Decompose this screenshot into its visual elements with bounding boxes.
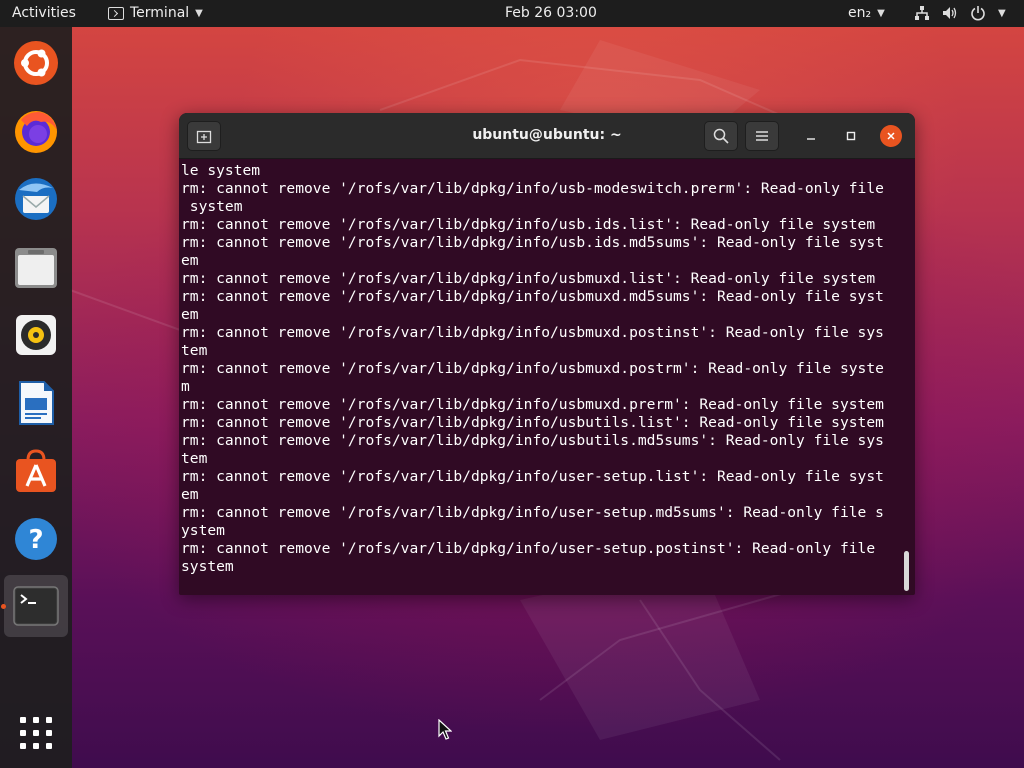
svg-text:?: ? xyxy=(28,525,43,555)
chevron-down-icon: ▼ xyxy=(195,7,203,19)
system-menu-button[interactable]: ▼ xyxy=(914,5,1006,21)
terminal-line: rm: cannot remove '/rofs/var/lib/dpkg/in… xyxy=(181,468,884,485)
dock: ? xyxy=(0,27,72,768)
dock-item-help[interactable]: ? xyxy=(12,515,60,563)
terminal-line: rm: cannot remove '/rofs/var/lib/dpkg/in… xyxy=(181,414,884,431)
terminal-scrollbar[interactable] xyxy=(904,551,909,591)
app-menu-label: Terminal xyxy=(130,5,190,21)
dock-item-installer[interactable] xyxy=(12,39,60,87)
volume-icon xyxy=(943,7,957,19)
rhythmbox-icon xyxy=(16,315,56,355)
terminal-line: rm: cannot remove '/rofs/var/lib/dpkg/in… xyxy=(181,234,884,251)
thunderbird-icon xyxy=(15,178,57,220)
dock-item-firefox[interactable] xyxy=(12,107,60,155)
terminal-line: rm: cannot remove '/rofs/var/lib/dpkg/in… xyxy=(181,288,884,305)
mouse-pointer-icon xyxy=(438,719,452,740)
terminal-line: ystem xyxy=(181,522,225,539)
dock-item-files[interactable] xyxy=(12,243,60,291)
power-icon xyxy=(971,6,985,21)
terminal-line: rm: cannot remove '/rofs/var/lib/dpkg/in… xyxy=(181,540,876,557)
dock-item-terminal[interactable] xyxy=(4,575,68,637)
terminal-line: system xyxy=(181,198,243,215)
search-button[interactable] xyxy=(704,121,738,151)
firefox-icon xyxy=(15,111,57,153)
terminal-icon xyxy=(13,586,59,626)
running-indicator xyxy=(1,604,6,609)
terminal-line: rm: cannot remove '/rofs/var/lib/dpkg/in… xyxy=(181,216,876,233)
terminal-line: rm: cannot remove '/rofs/var/lib/dpkg/in… xyxy=(181,180,884,197)
input-source-button[interactable]: en₂ ▼ xyxy=(848,5,885,21)
files-icon xyxy=(15,248,57,288)
clock-button[interactable]: Feb 26 03:00 xyxy=(505,5,597,21)
search-icon xyxy=(713,128,729,144)
terminal-line: rm: cannot remove '/rofs/var/lib/dpkg/in… xyxy=(181,324,884,341)
maximize-button[interactable] xyxy=(840,125,862,147)
terminal-line: rm: cannot remove '/rofs/var/lib/dpkg/in… xyxy=(181,270,876,287)
terminal-line: system xyxy=(181,558,234,575)
software-center-icon xyxy=(16,449,56,492)
ubuntu-installer-icon xyxy=(14,41,58,85)
top-bar: Activities Terminal ▼ Feb 26 03:00 en₂ ▼… xyxy=(0,0,1024,27)
minimize-icon xyxy=(807,138,815,140)
dock-item-rhythmbox[interactable] xyxy=(12,311,60,359)
terminal-line: le system xyxy=(181,162,261,179)
dock-item-software[interactable] xyxy=(12,447,60,495)
terminal-line: rm: cannot remove '/rofs/var/lib/dpkg/in… xyxy=(181,432,884,449)
activities-button[interactable]: Activities xyxy=(12,5,76,21)
menu-button[interactable] xyxy=(745,121,779,151)
dock-item-thunderbird[interactable] xyxy=(12,175,60,223)
maximize-icon xyxy=(846,131,856,141)
terminal-line: em xyxy=(181,306,199,323)
terminal-line: tem xyxy=(181,342,208,359)
show-applications-icon xyxy=(20,717,52,749)
terminal-line: tem xyxy=(181,450,208,467)
close-button[interactable] xyxy=(880,125,902,147)
terminal-output[interactable]: le system rm: cannot remove '/rofs/var/li… xyxy=(181,162,903,588)
terminal-line: em xyxy=(181,486,199,503)
minimize-button[interactable] xyxy=(800,125,822,147)
terminal-headerbar[interactable]: ubuntu@ubuntu: ~ xyxy=(179,113,915,159)
app-menu-button[interactable]: Terminal ▼ xyxy=(108,5,203,21)
chevron-down-icon: ▼ xyxy=(998,7,1006,19)
help-icon: ? xyxy=(15,518,57,560)
close-icon xyxy=(887,132,895,140)
terminal-window[interactable]: ubuntu@ubuntu: ~ le system rm: cannot re… xyxy=(179,113,915,595)
terminal-line: rm: cannot remove '/rofs/var/lib/dpkg/in… xyxy=(181,504,884,521)
dock-show-applications[interactable] xyxy=(12,709,60,757)
terminal-app-icon xyxy=(108,6,124,20)
terminal-line: rm: cannot remove '/rofs/var/lib/dpkg/in… xyxy=(181,360,884,377)
terminal-line: rm: cannot remove '/rofs/var/lib/dpkg/in… xyxy=(181,396,884,413)
network-wired-icon xyxy=(915,6,929,20)
input-source-label: en₂ xyxy=(848,5,872,21)
dock-item-writer[interactable] xyxy=(12,379,60,427)
terminal-line: m xyxy=(181,378,190,395)
terminal-line: em xyxy=(181,252,199,269)
libreoffice-writer-icon xyxy=(19,381,54,425)
hamburger-menu-icon xyxy=(756,131,768,141)
chevron-down-icon: ▼ xyxy=(877,7,885,19)
